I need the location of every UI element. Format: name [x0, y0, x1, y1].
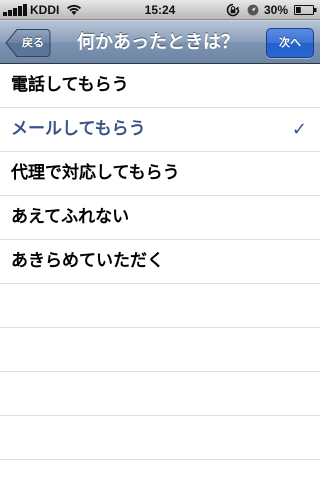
empty-row — [0, 416, 320, 460]
list-item-leave-alone[interactable]: あえてふれない — [0, 196, 320, 240]
list-item-label: 電話してもらう — [11, 75, 129, 95]
navigation-bar: 戻る 何かあったときは？ 次へ — [0, 20, 320, 64]
empty-row — [0, 372, 320, 416]
battery-percent: 30% — [264, 3, 289, 17]
rotation-lock-icon — [226, 3, 240, 17]
checkmark-icon: ✓ — [291, 119, 307, 140]
screen: KDDI 15:24 30% 戻る 何かあったときは？ 次へ 電話してもらう メ… — [0, 0, 320, 480]
back-button-label: 戻る — [22, 36, 44, 49]
list-item-phone[interactable]: 電話してもらう — [0, 64, 320, 108]
list-item-label: 代理で対応してもらう — [11, 163, 180, 183]
list-item-label: あきらめていただく — [11, 251, 164, 271]
list-item-label: メールしてもらう — [11, 119, 146, 139]
page-title: 何かあったときは？ — [77, 32, 239, 53]
options-list: 電話してもらう メールしてもらう ✓ 代理で対応してもらう あえてふれない あき… — [0, 64, 320, 480]
list-item-email[interactable]: メールしてもらう ✓ — [0, 108, 320, 152]
list-item-give-up[interactable]: あきらめていただく — [0, 240, 320, 284]
empty-row — [0, 328, 320, 372]
list-item-label: あえてふれない — [11, 207, 130, 227]
battery-icon — [294, 5, 317, 15]
list-item-proxy[interactable]: 代理で対応してもらう — [0, 152, 320, 196]
location-icon — [247, 4, 259, 16]
back-button[interactable]: 戻る — [5, 28, 51, 58]
empty-row — [0, 284, 320, 328]
next-button[interactable]: 次へ — [266, 28, 314, 58]
status-bar: KDDI 15:24 30% — [0, 0, 320, 20]
